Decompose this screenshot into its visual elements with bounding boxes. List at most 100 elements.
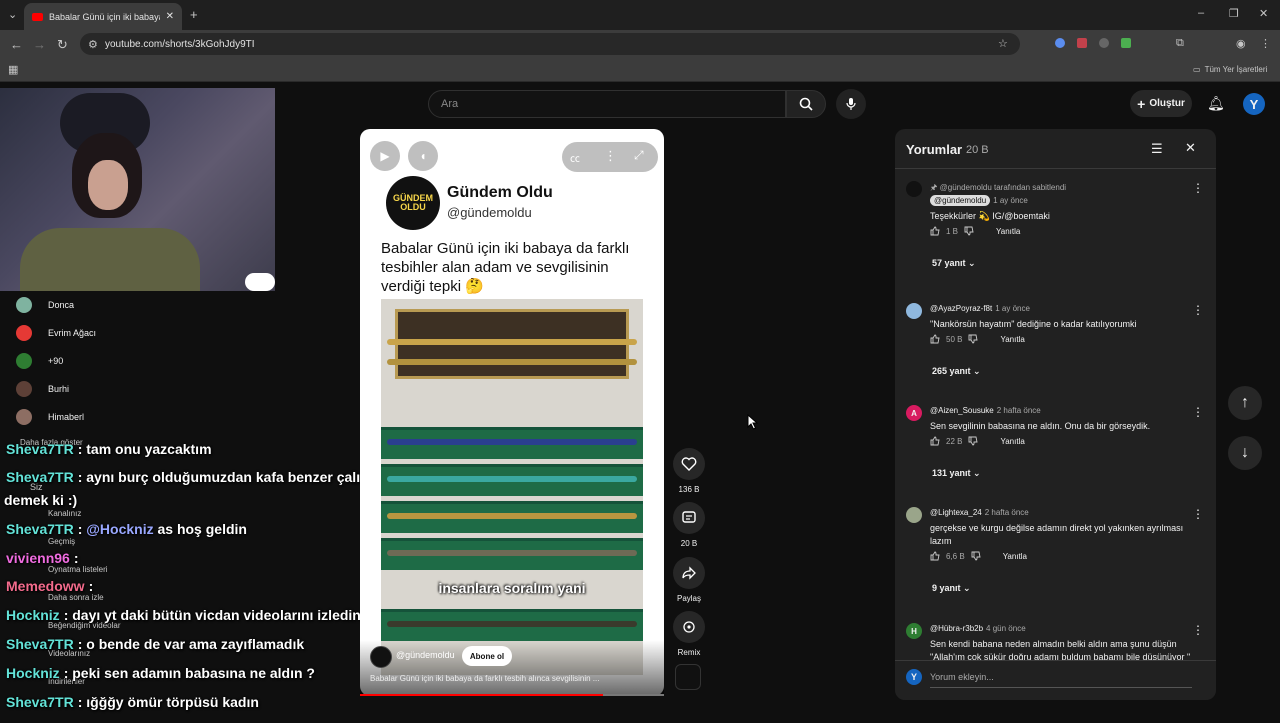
new-tab-icon[interactable]: + — [190, 7, 198, 22]
address-bar[interactable]: youtube.com/shorts/3kGohJdy9TI — [80, 33, 1020, 55]
browser-menu-icon[interactable]: ⋮ — [1260, 37, 1271, 50]
reload-icon[interactable]: ↻ — [57, 37, 68, 53]
comment-menu-icon[interactable]: ⋮ — [1192, 303, 1204, 317]
view-replies-button[interactable]: 57 yanıt ⌄ — [932, 258, 976, 269]
dislike-comment-icon[interactable] — [968, 436, 979, 446]
sidebar-subscription-item[interactable]: Himaberl — [16, 406, 84, 428]
sort-comments-icon[interactable]: ☰ — [1151, 141, 1163, 157]
comment-input[interactable]: Yorum ekleyin... — [930, 672, 994, 682]
notifications-bell-icon[interactable]: 🔔︎ — [1207, 95, 1225, 112]
like-action[interactable]: 136 B — [672, 448, 706, 494]
search-button[interactable] — [786, 90, 826, 118]
sidebar-item-label: Himaberl — [48, 412, 85, 422]
voice-search-button[interactable] — [836, 89, 866, 119]
extensions-puzzle-icon[interactable]: ⧉ — [1176, 37, 1184, 50]
profile-icon[interactable]: ◉ — [1236, 37, 1246, 50]
like-comment-icon[interactable] — [930, 436, 940, 446]
post-text: Babalar Günü için iki babaya da farklı t… — [381, 240, 630, 295]
apps-grid-icon[interactable]: ▦ — [8, 63, 18, 76]
comment-author[interactable]: @AyazPoyraz-f8t — [930, 304, 992, 313]
like-comment-icon[interactable] — [930, 226, 940, 236]
close-comments-icon[interactable]: ✕ — [1185, 140, 1196, 156]
video-description[interactable]: Babalar Günü için iki babaya da farklı t… — [370, 674, 640, 683]
comment-author[interactable]: @Lightexa_24 — [930, 508, 982, 517]
comment-menu-icon[interactable]: ⋮ — [1192, 507, 1204, 521]
audio-channel-thumbnail[interactable] — [675, 664, 701, 690]
url-text: youtube.com/shorts/3kGohJdy9TI — [105, 38, 255, 50]
comment-avatar[interactable] — [906, 181, 922, 197]
comment-author[interactable]: @Aizen_Sousuke — [930, 406, 994, 415]
view-replies-button[interactable]: 9 yanıt ⌄ — [932, 583, 971, 594]
view-replies-button[interactable]: 265 yanıt ⌄ — [932, 366, 981, 377]
account-avatar[interactable]: Y — [1243, 93, 1265, 115]
sidebar-subscription-item[interactable]: Evrim Ağacı — [16, 322, 96, 344]
beads-gold — [387, 339, 637, 345]
sidebar-link[interactable]: Kanalınız — [48, 509, 81, 518]
sidebar-link[interactable]: Daha sonra izle — [48, 593, 104, 602]
share-icon[interactable] — [673, 557, 705, 589]
tab-list-icon[interactable]: ⌄ — [8, 8, 17, 21]
create-button[interactable]: + Oluştur — [1130, 90, 1192, 117]
bookmark-star-icon[interactable]: ☆ — [998, 37, 1008, 50]
remix-label: Remix — [677, 648, 701, 657]
extension-icon[interactable] — [1077, 38, 1087, 48]
comment-author[interactable]: @Hübra-r3b2b — [930, 624, 983, 633]
mute-button[interactable]: ◖ — [408, 141, 438, 171]
comment-like-count: 1 B — [946, 226, 959, 236]
chat-text: : tam onu yazcaktım — [77, 441, 212, 457]
reply-button[interactable]: Yanıtla — [1003, 552, 1027, 561]
channel-avatar[interactable] — [370, 646, 392, 668]
comment-avatar[interactable]: A — [906, 405, 922, 421]
comment-icon[interactable] — [673, 502, 705, 534]
browser-tab[interactable]: Babalar Günü için iki babaya da farklı t… — [24, 3, 182, 30]
like-comment-icon[interactable] — [930, 334, 940, 344]
captions-icon[interactable]: ㏄ — [570, 150, 580, 165]
comment-menu-icon[interactable]: ⋮ — [1192, 405, 1204, 419]
previous-short-button[interactable]: ↑ — [1228, 386, 1262, 420]
remix-icon[interactable] — [673, 611, 705, 643]
close-window-icon[interactable]: ✕ — [1259, 7, 1268, 20]
dislike-comment-icon[interactable] — [968, 334, 979, 344]
reply-button[interactable]: Yanıtla — [1000, 335, 1024, 344]
comment-avatar[interactable] — [906, 303, 922, 319]
reply-button[interactable]: Yanıtla — [996, 227, 1020, 236]
remix-action[interactable]: Remix — [672, 611, 706, 657]
like-icon[interactable] — [673, 448, 705, 480]
comment-thread: A @Aizen_Sousuke 2 hafta önce Sen sevgilini… — [906, 405, 1204, 505]
comment-menu-icon[interactable]: ⋮ — [1192, 181, 1204, 195]
subscribe-button[interactable]: Abone ol — [462, 646, 512, 666]
sidebar-link[interactable]: Oynatma listeleri — [48, 565, 108, 574]
comment-author[interactable]: @gündemoldu — [930, 195, 991, 206]
forward-icon[interactable]: → — [33, 37, 46, 52]
sidebar-link[interactable]: Geçmiş — [48, 537, 75, 546]
view-replies-button[interactable]: 131 yanıt ⌄ — [932, 468, 981, 479]
maximize-icon[interactable]: ❐ — [1229, 7, 1239, 20]
comment-menu-icon[interactable]: ⋮ — [1192, 623, 1204, 637]
comment-avatar[interactable]: H — [906, 623, 922, 639]
comments-action[interactable]: 20 B — [672, 502, 706, 548]
comment-avatar[interactable] — [906, 507, 922, 523]
play-button[interactable]: ▶ — [370, 141, 400, 171]
extension-icon[interactable] — [1099, 38, 1109, 48]
video-progress-bar[interactable] — [360, 694, 664, 696]
more-options-icon[interactable]: ⋮ — [604, 148, 617, 164]
search-input[interactable]: Ara — [428, 90, 786, 118]
dislike-comment-icon[interactable] — [964, 226, 974, 236]
video-channel-name[interactable]: @gündemoldu — [396, 650, 455, 660]
close-tab-icon[interactable]: ✕ — [166, 11, 174, 22]
minimize-icon[interactable]: – — [1198, 7, 1204, 19]
dislike-comment-icon[interactable] — [971, 551, 981, 561]
next-short-button[interactable]: ↓ — [1228, 436, 1262, 470]
extension-icon[interactable] — [1055, 38, 1065, 48]
back-icon[interactable]: ← — [10, 37, 23, 52]
like-comment-icon[interactable] — [930, 551, 940, 561]
share-action[interactable]: Paylaş — [672, 557, 706, 603]
extension-icon[interactable] — [1121, 38, 1131, 48]
sidebar-subscription-item[interactable]: +90 — [16, 350, 63, 372]
site-info-icon[interactable]: ⚙ — [88, 38, 98, 51]
reply-button[interactable]: Yanıtla — [1000, 437, 1024, 446]
fullscreen-icon[interactable]: ⤢ — [634, 148, 644, 163]
sidebar-subscription-item[interactable]: Burhi — [16, 378, 69, 400]
sidebar-subscription-item[interactable]: Donca — [16, 294, 74, 316]
all-bookmarks-button[interactable]: ▭ Tüm Yer İşaretleri — [1193, 65, 1267, 74]
